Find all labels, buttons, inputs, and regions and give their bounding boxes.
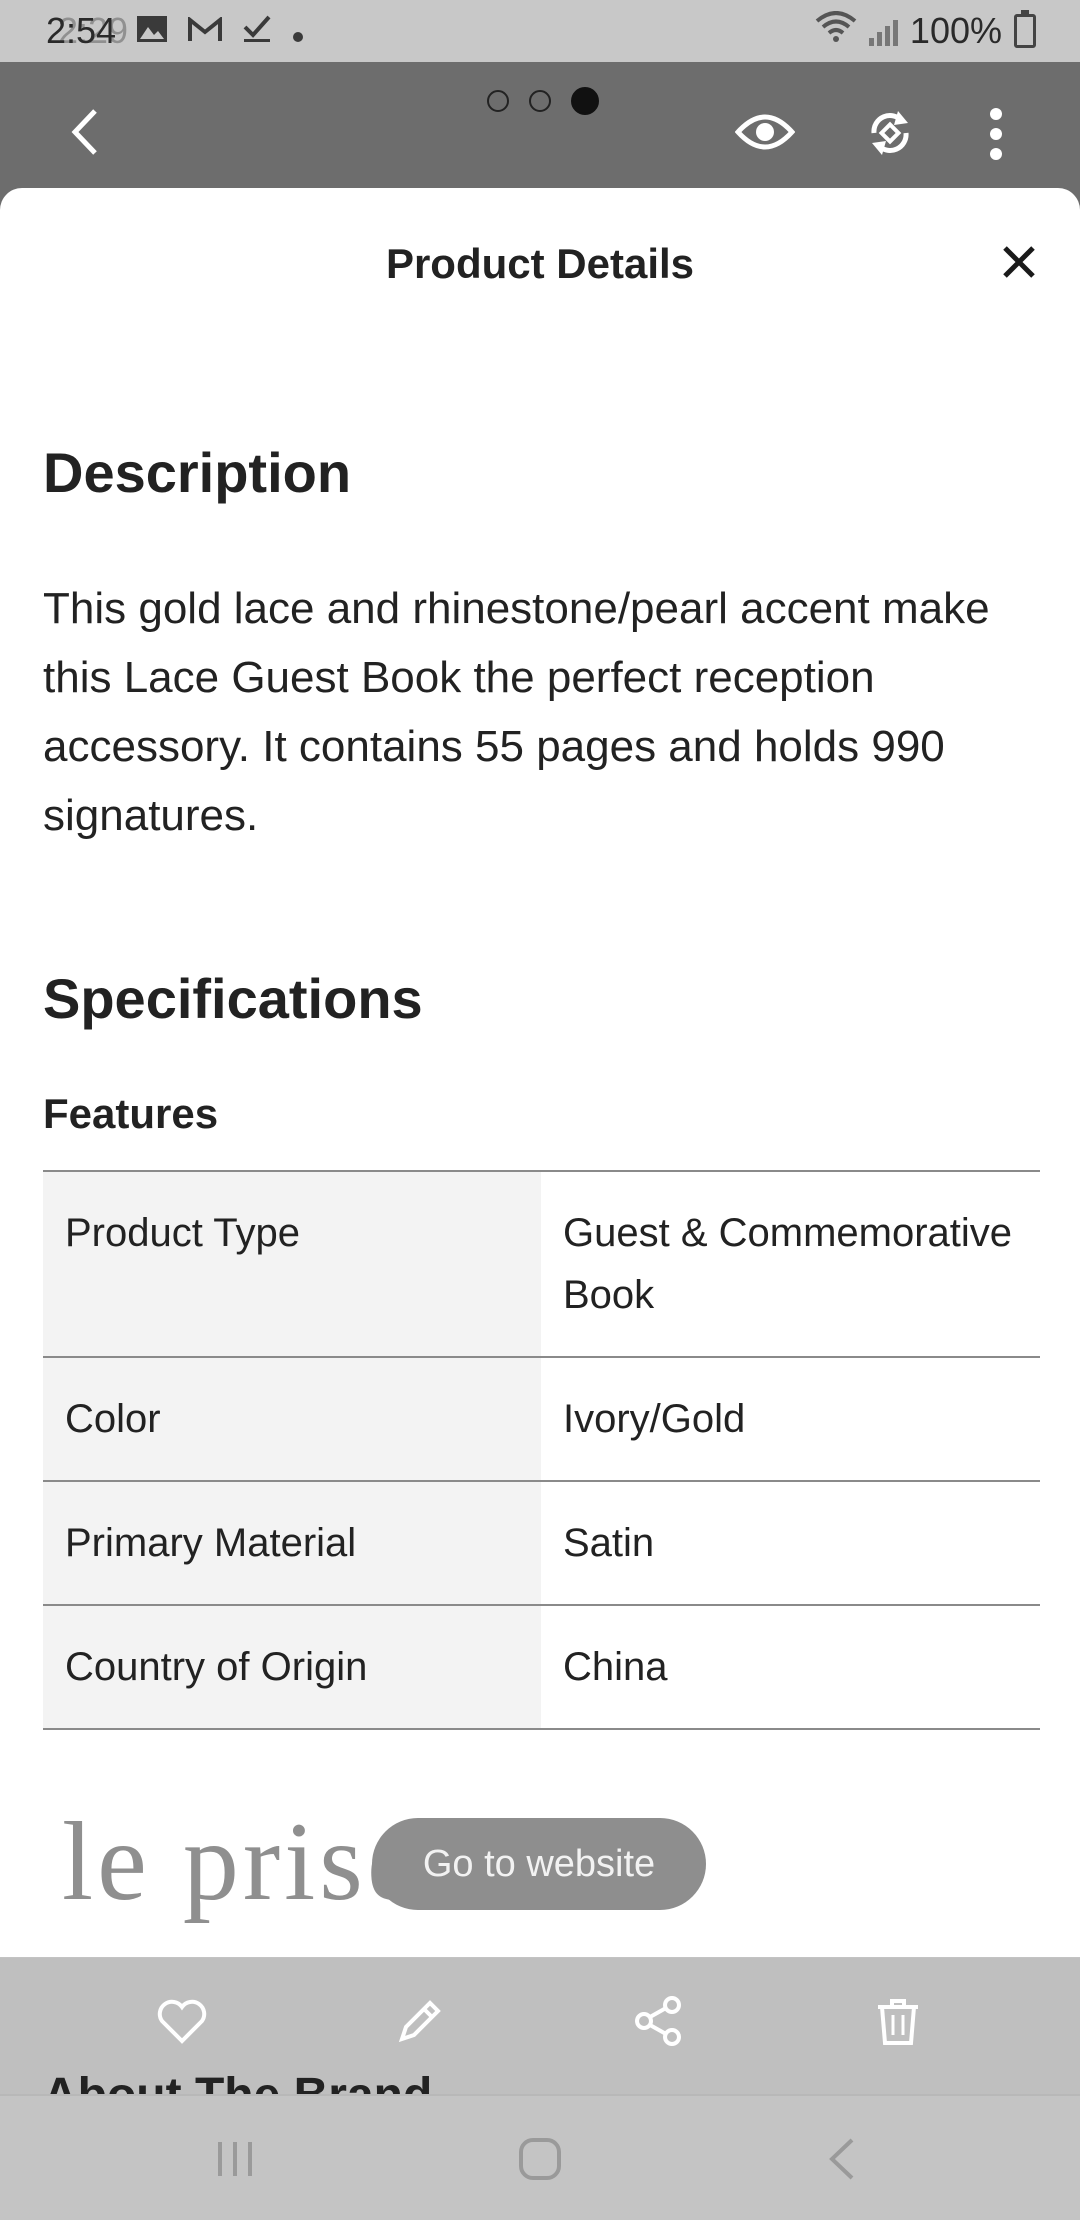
about-brand-heading: About The Brand [43, 2068, 432, 2094]
more-vertical-icon[interactable] [976, 106, 1016, 162]
back-icon[interactable] [818, 2134, 868, 2184]
heart-icon[interactable] [154, 1993, 210, 2049]
table-row: Color Ivory/Gold [43, 1358, 1040, 1482]
table-row: Country of Origin China [43, 1606, 1040, 1730]
specifications-heading: Specifications [43, 967, 423, 1030]
notification-dot-icon [292, 10, 304, 52]
go-to-website-button[interactable]: Go to website [372, 1818, 706, 1910]
battery-percent: 100% [909, 10, 1002, 51]
system-nav-bar [0, 2094, 1080, 2220]
brand-logo-text: le prise [62, 1800, 421, 1924]
status-right: 100% [815, 10, 1036, 52]
features-heading: Features [43, 1090, 219, 1137]
description-heading: Description [43, 441, 352, 504]
page-dot[interactable] [487, 90, 509, 112]
gallery-icon [136, 10, 168, 52]
page-dot[interactable] [529, 90, 551, 112]
share-icon[interactable] [630, 1993, 686, 2049]
table-row: Primary Material Satin [43, 1482, 1040, 1606]
spec-label: Country of Origin [43, 1606, 541, 1728]
spec-value: China [563, 1645, 668, 1689]
recent-apps-icon[interactable] [210, 2134, 260, 2184]
spec-label: Color [43, 1358, 541, 1480]
wifi-icon [815, 10, 857, 52]
home-icon[interactable] [515, 2134, 565, 2184]
signal-icon [868, 16, 898, 46]
spec-label: Primary Material [43, 1482, 541, 1604]
chevron-left-icon[interactable] [60, 107, 110, 157]
gmail-icon [188, 10, 223, 52]
spec-table: Product Type Guest & Commemorative Book … [43, 1170, 1040, 1730]
spec-value: Guest & Commemorative Book [563, 1211, 1013, 1317]
table-row: Product Type Guest & Commemorative Book [43, 1172, 1040, 1358]
eye-icon[interactable] [734, 107, 796, 157]
page-indicator [487, 87, 599, 115]
pencil-icon[interactable] [392, 1993, 448, 2049]
product-details-sheet: Product Details Description This gold la… [0, 188, 1080, 1958]
spec-value: Ivory/Gold [563, 1397, 746, 1441]
status-bar: 2:54 2:29 100% [0, 0, 1080, 62]
rotate-icon[interactable] [862, 105, 918, 161]
spec-value: Satin [563, 1521, 655, 1565]
page-dot-active[interactable] [571, 87, 599, 115]
close-icon[interactable] [1000, 243, 1038, 281]
task-check-icon [242, 10, 272, 52]
spec-label: Product Type [43, 1172, 541, 1356]
sheet-title: Product Details [385, 240, 695, 287]
trash-icon[interactable] [870, 1993, 926, 2049]
description-text: This gold lace and rhinestone/pearl acce… [43, 584, 990, 840]
status-left: 2:54 2:29 [46, 10, 304, 52]
status-time-ghost: 2:29 [58, 10, 129, 51]
battery-icon [1014, 10, 1036, 48]
